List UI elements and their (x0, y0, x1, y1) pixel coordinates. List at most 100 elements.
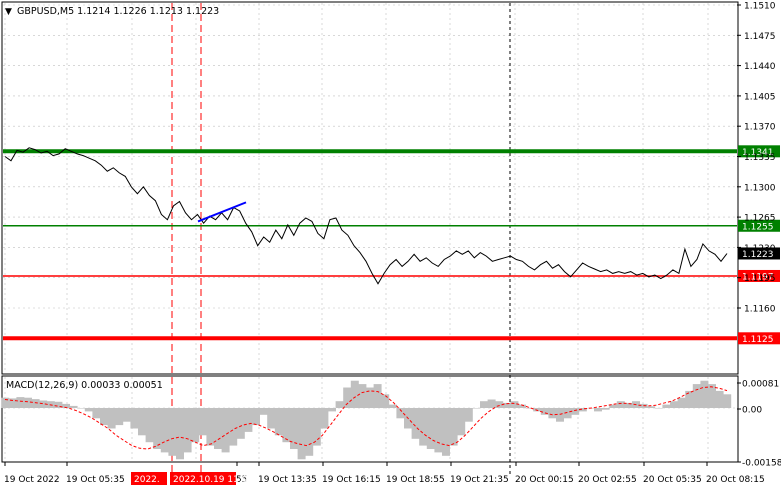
symbol-info: GBPUSD,M5 1.1214 1.1226 1.1213 1.1223 (17, 6, 219, 17)
price-axis-label: 1.1370 (744, 123, 776, 133)
macd-axis: 0.00081 0.00 -0.00158 (737, 380, 781, 469)
macd-histogram-bar (670, 401, 678, 408)
time-highlight-right-label: 2022.10.19 11:05 (173, 475, 253, 485)
macd-histogram-bar (411, 408, 420, 439)
macd-histogram-bar (487, 399, 496, 408)
macd-histogram-bar (373, 384, 382, 408)
price-axis: 1.1510 1.1475 1.1440 1.1405 1.1370 1.1335 1.13… (737, 2, 776, 315)
macd-histogram-bar (442, 408, 450, 456)
macd-histogram-bar (419, 408, 428, 446)
macd-histogram-bar (616, 401, 625, 408)
macd-axis-label: 0.00081 (742, 380, 779, 390)
main-chart-frame (1, 1, 739, 375)
macd-histogram-bar (464, 408, 473, 422)
time-axis-label: 19 Oct 21:35 (450, 475, 509, 485)
trading-chart[interactable]: 1.13411.12551.11971.11251.1223 1.15101.1… (0, 0, 781, 489)
macd-histogram-bar (723, 394, 732, 408)
macd-histogram-bar (685, 390, 694, 408)
macd-histogram-bar (305, 408, 314, 456)
macd-histogram-bar (312, 408, 321, 446)
macd-histogram-bar (84, 408, 93, 412)
macd-histogram-bar (662, 404, 671, 408)
macd-histogram-bar (221, 408, 230, 453)
macd-histogram-bar (297, 408, 306, 460)
macd-histogram-bar (183, 408, 192, 453)
macd-histogram-bar (457, 408, 466, 436)
macd-histogram-bar (145, 408, 154, 443)
macd-histogram-bar (191, 408, 200, 443)
macd-histogram-bar (198, 408, 207, 436)
macd-histogram-bar (571, 408, 580, 415)
macd-histogram-bar (366, 387, 374, 408)
macd-histogram-bar (350, 380, 359, 408)
macd-histogram-bar (358, 384, 367, 408)
price-axis-label: 1.1440 (744, 62, 776, 72)
macd-histogram-bar (388, 404, 397, 408)
macd-histogram-bar (594, 408, 602, 412)
macd-histogram-bar (692, 384, 701, 408)
price-axis-label: 1.1230 (744, 244, 776, 254)
time-highlight-left-label: 2022. (134, 475, 160, 485)
macd-histogram-bar (16, 397, 25, 408)
macd-axis-label: 0.00 (742, 406, 762, 416)
time-axis-label: 20 Oct 08:15 (706, 475, 765, 485)
macd-histogram-bar (700, 380, 709, 408)
price-level-label: 1.1125 (742, 335, 774, 345)
macd-histogram-bar (138, 408, 146, 436)
macd-histogram-bar (77, 408, 86, 409)
macd-histogram-bar (381, 394, 390, 408)
symbol-dropdown-icon[interactable]: ▼ (5, 7, 12, 17)
time-axis: 19 Oct 2022 19 Oct 05:35 55 19 Oct 13:35 19 … (4, 462, 765, 485)
macd-histogram-bar (92, 408, 101, 419)
macd-histogram-bar (335, 401, 344, 408)
macd-histogram-bar (426, 408, 435, 449)
macd-histogram-bar (708, 384, 716, 408)
price-axis-label: 1.1300 (744, 183, 776, 193)
macd-histogram-bar (472, 408, 481, 409)
macd-histogram-bar (267, 408, 276, 429)
time-axis-label: 19 Oct 13:35 (258, 475, 317, 485)
macd-histogram-bar (122, 408, 131, 422)
macd-histogram-bar (677, 397, 686, 408)
macd-histogram-bar (654, 408, 663, 409)
macd-histogram-bar (328, 408, 336, 412)
macd-histogram-bar (715, 390, 724, 408)
price-axis-label: 1.1510 (744, 2, 776, 12)
macd-histogram-bar (274, 408, 283, 436)
macd-histogram-bar (160, 408, 169, 453)
macd-histogram-bar (24, 397, 32, 408)
time-axis-label: 19 Oct 05:35 (66, 475, 125, 485)
time-axis-label: 20 Oct 05:35 (643, 475, 702, 485)
time-axis-label: 20 Oct 02:55 (578, 475, 637, 485)
time-axis-label: 19 Oct 16:15 (322, 475, 381, 485)
macd-histogram-bar (31, 399, 40, 408)
macd-histogram-bar (100, 408, 108, 426)
macd-histogram-bar (343, 387, 352, 408)
macd-histogram-bar (320, 408, 329, 429)
macd-histogram-bar (236, 408, 245, 439)
macd-histogram-bar (480, 401, 488, 408)
macd-histogram-bar (229, 408, 238, 446)
macd-histogram-bar (244, 408, 253, 432)
macd-indicator-label: MACD(12,26,9) 0.00033 0.00051 (6, 380, 163, 391)
time-axis-label: 19 Oct 18:55 (386, 475, 445, 485)
time-axis-label: 19 Oct 2022 (4, 475, 60, 485)
price-axis-label: 1.1265 (744, 214, 776, 224)
macd-histogram-bar (115, 408, 124, 426)
time-axis-label: 20 Oct 00:15 (515, 475, 574, 485)
macd-histogram-bar (434, 408, 443, 453)
macd-histogram-bar (259, 408, 268, 415)
macd-histogram-bar (548, 408, 557, 419)
price-axis-label: 1.1195 (744, 274, 776, 284)
macd-histogram-bar (647, 406, 656, 408)
macd-histogram-bar (107, 408, 116, 429)
price-axis-label: 1.1160 (744, 305, 776, 315)
macd-histogram-bar (533, 408, 542, 412)
price-axis-label: 1.1475 (744, 32, 776, 42)
price-axis-label: 1.1405 (744, 92, 776, 102)
macd-histogram-bar (214, 408, 222, 449)
macd-histogram-bar (252, 408, 260, 426)
macd-histogram-bar (69, 405, 78, 408)
macd-histogram-bar (153, 408, 162, 449)
macd-axis-label: -0.00158 (742, 459, 781, 469)
